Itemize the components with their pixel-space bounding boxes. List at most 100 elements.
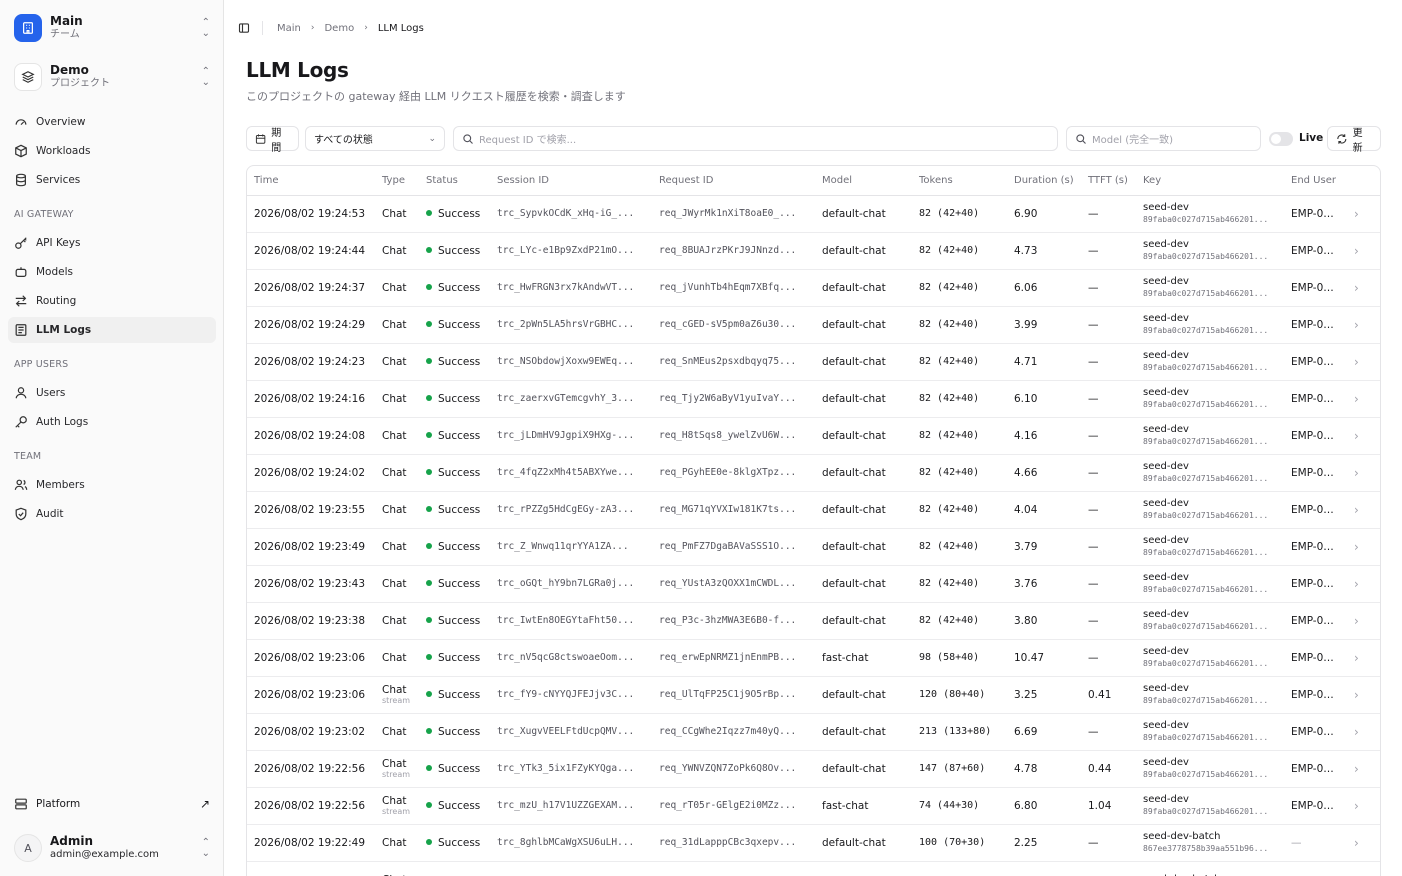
sidebar-item-users[interactable]: Users [8, 380, 216, 406]
sidebar-item-audit[interactable]: Audit [8, 501, 216, 527]
table-row[interactable]: 2026/08/02 19:24:37 Chat Success trc_HwFRGN… [247, 269, 1380, 307]
model-search-input[interactable]: Model (完全一致) [1066, 126, 1261, 151]
sidebar-item-llm-logs[interactable]: LLM Logs [8, 317, 216, 343]
table-row[interactable]: 2026/08/02 19:23:02 Chat Success trc_XugvVE… [247, 713, 1380, 751]
column-header-ttft[interactable]: TTFT (s) [1081, 166, 1136, 196]
breadcrumb-demo[interactable]: Demo [324, 23, 354, 34]
chevron-right-icon[interactable]: › [1347, 195, 1380, 233]
live-toggle[interactable] [1269, 132, 1293, 146]
cell-model: default-chat [815, 306, 912, 344]
table-row[interactable]: 2026/08/02 19:23:38 Chat Success trc_IwtEn8… [247, 602, 1380, 640]
cell-duration: 4.04 [1007, 491, 1081, 529]
table-row[interactable]: 2026/08/02 19:24:02 Chat Success trc_4fqZ2x… [247, 454, 1380, 492]
table-row[interactable]: 2026/08/02 19:23:06 Chat Success trc_nV5qcG… [247, 639, 1380, 677]
column-header-tokens[interactable]: Tokens [912, 166, 1007, 196]
chevron-right-icon[interactable]: › [1347, 565, 1380, 603]
table-row[interactable]: 2026/08/02 19:24:23 Chat Success trc_NSObdo… [247, 343, 1380, 381]
chevron-right-icon[interactable]: › [1347, 639, 1380, 677]
column-header-session-id[interactable]: Session ID [490, 166, 652, 196]
table-row[interactable]: 2026/08/02 19:23:55 Chat Success trc_rPZZg5… [247, 491, 1380, 529]
cell-duration: 4.71 [1007, 343, 1081, 381]
cell-request-id: req_P3c-3hzMWA3E6B0-f... [652, 602, 815, 640]
sidebar-item-auth-logs[interactable]: Auth Logs [8, 409, 216, 435]
cell-status: Success [419, 195, 490, 233]
chevron-right-icon[interactable]: › [1347, 269, 1380, 307]
chevron-right-icon[interactable]: › [1347, 787, 1380, 825]
table-row[interactable]: 2026/08/02 19:22:56 Chat stream Success trc_… [247, 787, 1380, 825]
status-select[interactable]: すべての状態 ⌄ [305, 126, 445, 151]
cell-ttft: — [1081, 639, 1136, 677]
cell-ttft: — [1081, 528, 1136, 566]
table-row[interactable]: 2026/08/02 19:24:16 Chat Success trc_zaerxv… [247, 380, 1380, 418]
sidebar-item-api-keys[interactable]: API Keys [8, 230, 216, 256]
column-header-request-id[interactable]: Request ID [652, 166, 815, 196]
cell-time: 2026/08/02 19:22:56 [247, 787, 375, 825]
chevron-right-icon[interactable]: › [1347, 824, 1380, 862]
sidebar-item-services[interactable]: Services [8, 167, 216, 193]
chevron-right-icon[interactable]: › [1347, 417, 1380, 455]
table-row[interactable]: 2026/08/02 19:24:53 Chat Success trc_SypvkO… [247, 195, 1380, 233]
period-button[interactable]: 期間 [246, 126, 299, 154]
sidebar-item-label: Models [36, 266, 73, 278]
column-header-key[interactable]: Key [1136, 166, 1284, 196]
chevron-right-icon[interactable]: › [1347, 306, 1380, 344]
table-row[interactable]: 2026/08/02 19:24:29 Chat Success trc_2pWn5L… [247, 306, 1380, 344]
chevron-right-icon[interactable]: › [1347, 750, 1380, 788]
table-row[interactable]: 2026/08/02 19:22:56 Chat stream Success trc_… [247, 750, 1380, 788]
table-row[interactable]: 2026/08/02 19:23:06 Chat stream Success trc_… [247, 676, 1380, 714]
request-id-search-input[interactable]: Request ID で検索... [453, 126, 1058, 151]
cell-duration: 6.90 [1007, 195, 1081, 233]
cell-session-id: trc_LYc-e1Bp9ZxdP21mO... [490, 232, 652, 270]
column-header-model[interactable]: Model [815, 166, 912, 196]
key-hash: 89faba0c027d715ab466201... [1143, 807, 1269, 816]
cell-ttft: — [1081, 232, 1136, 270]
column-header-duration[interactable]: Duration (s) [1007, 166, 1081, 196]
table-row[interactable]: 2026/08/02 19:22:49 Chat Success trc_8ghlbM… [247, 824, 1380, 862]
sidebar-item-models[interactable]: Models [8, 259, 216, 285]
column-header-end-user[interactable]: End User [1284, 166, 1347, 196]
column-header-status[interactable]: Status [419, 166, 490, 196]
chevron-right-icon[interactable]: › [1347, 602, 1380, 640]
sidebar-item-workloads[interactable]: Workloads [8, 138, 216, 164]
chevron-right-icon[interactable]: › [1347, 676, 1380, 714]
search-icon [1076, 133, 1086, 144]
column-header-type[interactable]: Type [375, 166, 419, 196]
refresh-button[interactable]: 更新 [1327, 126, 1381, 154]
cell-session-id: trc_nV5qcG8ctswoaeOom... [490, 639, 652, 677]
status-dot-icon [426, 468, 432, 475]
chevron-right-icon[interactable]: › [1347, 861, 1380, 876]
cell-duration: 6.80 [1007, 787, 1081, 825]
chevron-right-icon[interactable]: › [1347, 528, 1380, 566]
table-row[interactable]: 2026/08/02 19:23:43 Chat Success trc_oGQt_h… [247, 565, 1380, 603]
cell-end-user: EMP-0001 [1284, 269, 1347, 307]
sidebar-toggle-icon[interactable] [238, 22, 250, 34]
chevron-right-icon[interactable]: › [1347, 380, 1380, 418]
table-row[interactable]: 2026/08/02 19:23:49 Chat Success trc_Z_Wnwq… [247, 528, 1380, 566]
table-row[interactable]: 2026/08/02 19:24:44 Chat Success trc_LYc-e1… [247, 232, 1380, 270]
cell-request-id: req_PGyhEE0e-8klgXTpz... [652, 454, 815, 492]
sidebar-item-overview[interactable]: Overview [8, 109, 216, 135]
status-label: Success [438, 244, 481, 257]
sidebar-item-members[interactable]: Members [8, 472, 216, 498]
table-row[interactable]: Chat seed-dev-batch › [247, 861, 1380, 876]
table-row[interactable]: 2026/08/02 19:24:08 Chat Success trc_jLDmHV… [247, 417, 1380, 455]
chevron-right-icon[interactable]: › [1347, 713, 1380, 751]
chevron-right-icon[interactable]: › [1347, 343, 1380, 381]
cell-time: 2026/08/02 19:23:06 [247, 676, 375, 714]
breadcrumb-main[interactable]: Main [277, 23, 301, 34]
arrow-up-right-icon: ↗ [199, 797, 210, 811]
sidebar-item-routing[interactable]: Routing [8, 288, 216, 314]
user-menu[interactable]: A Admin admin@example.com ⌃ ⌄ [8, 830, 216, 866]
team-switcher[interactable]: Main チーム ⌃ ⌄ [8, 8, 216, 48]
chevron-right-icon[interactable]: › [1347, 454, 1380, 492]
filter-bar: 期間 すべての状態 ⌄ Request ID で検索... Model (完全一… [246, 126, 1381, 154]
column-header-time[interactable]: Time [247, 166, 375, 196]
type-sub-label: stream [382, 696, 411, 705]
platform-link[interactable]: Platform ↗ [8, 792, 216, 816]
key-hash: 89faba0c027d715ab466201... [1143, 659, 1269, 668]
status-label: Success [438, 614, 481, 627]
box-icon [15, 144, 27, 158]
chevron-right-icon[interactable]: › [1347, 232, 1380, 270]
project-switcher[interactable]: Demo プロジェクト ⌃ ⌄ [8, 57, 216, 97]
chevron-right-icon[interactable]: › [1347, 491, 1380, 529]
